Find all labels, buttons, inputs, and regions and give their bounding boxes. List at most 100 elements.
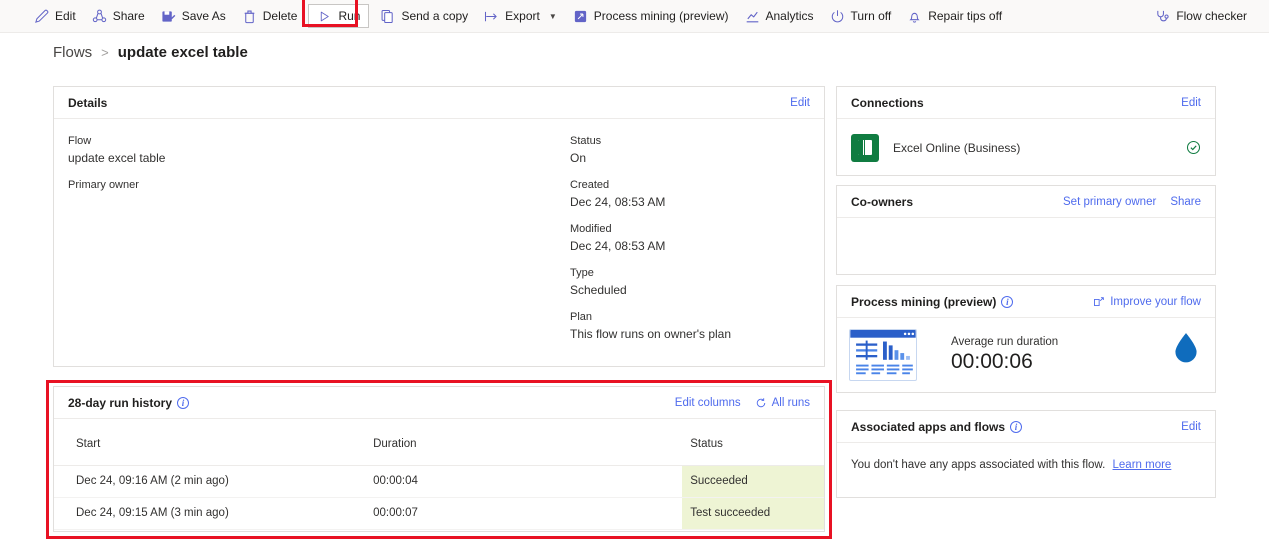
details-card: Details Edit Flow update excel table Pri… xyxy=(53,86,825,367)
command-bar: Edit Share Save As Delete Run Send a cop… xyxy=(0,0,1269,33)
details-card-header: Details Edit xyxy=(54,87,824,119)
send-a-copy-button[interactable]: Send a copy xyxy=(372,4,476,28)
export-button[interactable]: Export ▼ xyxy=(476,4,565,28)
save-as-icon xyxy=(161,9,176,24)
details-field-type-label: Type xyxy=(570,267,594,279)
run-history-title-text: 28-day run history xyxy=(68,395,173,410)
trash-icon xyxy=(242,9,257,24)
turn-off-button[interactable]: Turn off xyxy=(822,4,900,28)
all-runs-link[interactable]: All runs xyxy=(755,397,810,409)
column-header-duration[interactable]: Duration xyxy=(373,419,683,466)
associated-apps-card-title: Associated apps and flows i xyxy=(851,419,1023,434)
co-owners-card: Co-owners Set primary owner Share xyxy=(836,185,1216,275)
run-history-table-head: Start Duration Status xyxy=(54,419,824,466)
column-header-status[interactable]: Status xyxy=(682,419,824,466)
flow-checker-button[interactable]: Flow checker xyxy=(1147,4,1255,28)
process-mining-card-actions: Improve your flow xyxy=(1093,296,1201,308)
pencil-icon xyxy=(34,9,49,24)
details-field-created: Created Dec 24, 08:53 AM xyxy=(570,179,810,209)
delete-button-label: Delete xyxy=(262,9,298,23)
breadcrumb-flows-link[interactable]: Flows xyxy=(53,44,92,61)
table-row[interactable]: Dec 24, 09:16 AM (2 min ago) 00:00:04 Su… xyxy=(54,465,824,498)
details-field-primary-owner: Primary owner xyxy=(68,179,568,191)
run-button[interactable]: Run xyxy=(308,4,370,28)
export-icon xyxy=(484,9,499,24)
bell-icon xyxy=(907,9,922,24)
process-mining-icon xyxy=(573,9,588,24)
process-mining-metric: Average run duration 00:00:06 xyxy=(951,336,1058,374)
info-icon[interactable]: i xyxy=(1010,420,1023,433)
edit-button[interactable]: Edit xyxy=(26,4,84,28)
table-header-row: Start Duration Status xyxy=(54,419,824,466)
average-run-duration-label: Average run duration xyxy=(951,336,1059,348)
command-bar-right-group: Flow checker xyxy=(1147,4,1269,28)
process-mining-button-label: Process mining (preview) xyxy=(593,9,729,23)
learn-more-link[interactable]: Learn more xyxy=(1113,459,1172,471)
details-field-primary-owner-label: Primary owner xyxy=(68,179,139,191)
analytics-button[interactable]: Analytics xyxy=(737,4,822,28)
details-field-type-value: Scheduled xyxy=(570,283,627,297)
send-a-copy-button-label: Send a copy xyxy=(401,9,469,23)
details-field-modified-label: Modified xyxy=(570,223,612,235)
connections-card-title: Connections xyxy=(851,95,924,110)
info-icon[interactable]: i xyxy=(1001,295,1014,308)
improve-your-flow-link[interactable]: Improve your flow xyxy=(1093,296,1201,308)
power-icon xyxy=(830,9,845,24)
run-history-card-header: 28-day run history i Edit columns All ru… xyxy=(54,387,824,419)
details-field-flow: Flow update excel table xyxy=(68,135,568,165)
stethoscope-icon xyxy=(1155,9,1170,24)
process-mining-body: Average run duration 00:00:06 xyxy=(837,318,1215,392)
cell-status: Test succeeded xyxy=(682,497,824,530)
turn-off-button-label: Turn off xyxy=(850,9,892,23)
share-link[interactable]: Share xyxy=(1170,196,1201,208)
delete-button[interactable]: Delete xyxy=(234,4,306,28)
details-field-type: Type Scheduled xyxy=(570,267,810,297)
edit-columns-link[interactable]: Edit columns xyxy=(675,397,741,409)
associated-apps-card-actions: Edit xyxy=(1181,421,1201,433)
repair-tips-button[interactable]: Repair tips off xyxy=(899,4,1010,28)
average-run-duration-value: 00:00:06 xyxy=(951,350,1033,373)
info-icon[interactable]: i xyxy=(177,396,190,409)
column-header-start[interactable]: Start xyxy=(54,419,374,466)
repair-tips-button-label: Repair tips off xyxy=(928,9,1003,23)
associated-apps-card-header: Associated apps and flows i Edit xyxy=(837,411,1215,443)
associated-apps-title-text: Associated apps and flows xyxy=(851,419,1006,434)
run-history-table-body: Dec 24, 09:16 AM (2 min ago) 00:00:04 Su… xyxy=(54,465,824,530)
process-mining-card: Process mining (preview) i Improve your … xyxy=(836,285,1216,393)
cell-duration: 00:00:07 xyxy=(373,497,683,530)
edit-button-label: Edit xyxy=(55,9,76,23)
connection-name: Excel Online (Business) xyxy=(893,140,1021,155)
details-field-plan-label: Plan xyxy=(570,311,593,323)
run-history-card-actions: Edit columns All runs xyxy=(675,397,810,409)
details-card-actions: Edit xyxy=(790,97,810,109)
details-field-status: Status On xyxy=(570,135,810,165)
details-field-created-label: Created xyxy=(570,179,610,191)
associated-apps-edit-link[interactable]: Edit xyxy=(1181,421,1201,433)
details-edit-link[interactable]: Edit xyxy=(790,97,810,109)
open-external-icon xyxy=(1093,296,1105,308)
co-owners-card-title: Co-owners xyxy=(851,194,914,209)
details-field-status-value: On xyxy=(570,151,587,165)
export-button-label: Export xyxy=(505,9,540,23)
play-icon xyxy=(317,9,332,24)
process-mining-title-text: Process mining (preview) xyxy=(851,294,997,309)
process-mining-card-header: Process mining (preview) i Improve your … xyxy=(837,286,1215,318)
run-button-label: Run xyxy=(338,9,361,23)
share-button[interactable]: Share xyxy=(84,4,153,28)
run-history-card: 28-day run history i Edit columns All ru… xyxy=(53,386,825,532)
excel-icon xyxy=(851,133,879,162)
set-primary-owner-link[interactable]: Set primary owner xyxy=(1063,196,1156,208)
cell-status: Succeeded xyxy=(682,465,824,498)
save-as-button[interactable]: Save As xyxy=(153,4,234,28)
page-title: update excel table xyxy=(117,44,248,61)
table-row[interactable]: Dec 24, 09:15 AM (3 min ago) 00:00:07 Te… xyxy=(54,497,824,530)
water-drop-icon xyxy=(1173,332,1199,364)
copy-icon xyxy=(380,9,395,24)
details-right-column: Status On Created Dec 24, 08:53 AM Modif… xyxy=(570,135,810,355)
details-field-status-label: Status xyxy=(570,135,602,147)
process-mining-button[interactable]: Process mining (preview) xyxy=(565,4,737,28)
connection-item[interactable]: Excel Online (Business) xyxy=(837,119,1215,176)
check-circle-icon xyxy=(1186,140,1201,155)
associated-apps-body: You don't have any apps associated with … xyxy=(837,443,1215,487)
connections-edit-link[interactable]: Edit xyxy=(1181,97,1201,109)
